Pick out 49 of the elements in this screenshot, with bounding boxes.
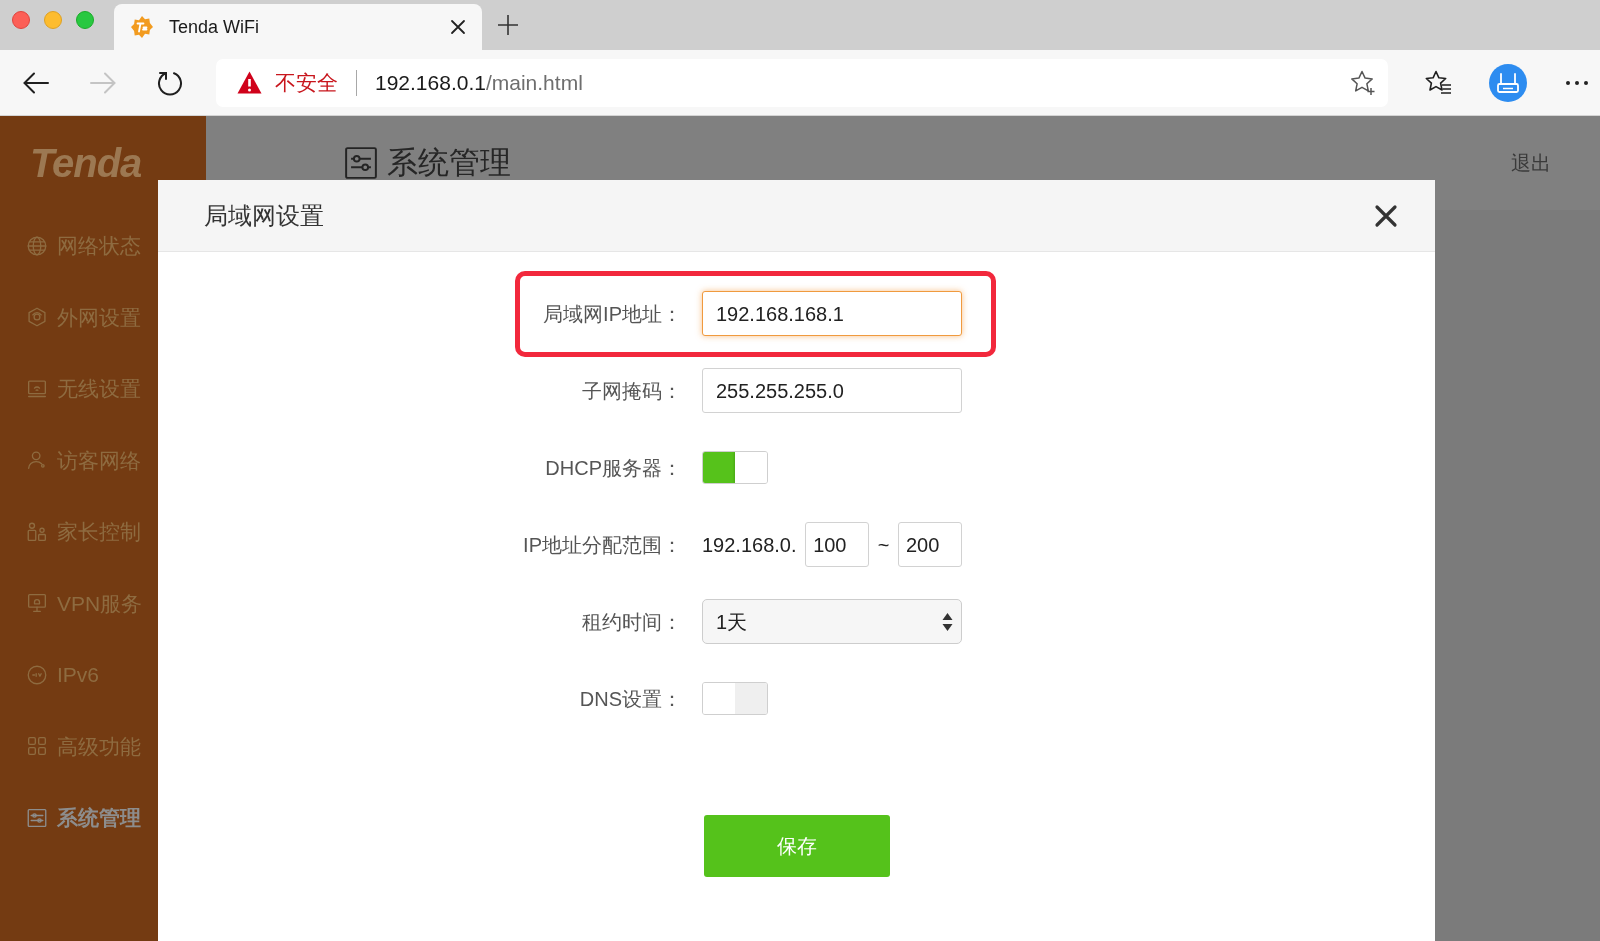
- close-icon[interactable]: [1374, 203, 1398, 228]
- browser-tab[interactable]: Tenda WiFi: [114, 4, 482, 50]
- circle-icon: [27, 664, 47, 685]
- text-field[interactable]: 192.168.168.1: [702, 291, 962, 336]
- select-arrows-icon: [942, 611, 953, 632]
- favicon-icon: [130, 15, 154, 39]
- toggle-switch[interactable]: [702, 451, 768, 484]
- monitor-wifi-icon: [27, 378, 47, 399]
- sliders-icon: [344, 146, 378, 180]
- user-icon: [27, 450, 47, 471]
- page-title: 系统管理: [387, 143, 511, 182]
- reload-icon[interactable]: [157, 69, 183, 96]
- lease-time-select[interactable]: 1天: [702, 599, 962, 644]
- field-label: 子网掩码：: [581, 378, 682, 404]
- sliders-icon: [27, 807, 47, 828]
- logout-link[interactable]: 退出: [1511, 148, 1551, 178]
- range-start-field[interactable]: 100: [805, 522, 870, 567]
- plus-icon[interactable]: [498, 15, 518, 35]
- close-icon[interactable]: [450, 19, 466, 35]
- people-icon: [27, 521, 47, 542]
- ip-prefix-text: 192.168.0.: [702, 532, 797, 558]
- toggle-switch[interactable]: [702, 682, 768, 715]
- save-button[interactable]: 保存: [704, 815, 890, 877]
- address-bar[interactable]: 不安全 192.168.0.1/main.html: [216, 58, 1388, 107]
- favorites-list-icon[interactable]: [1425, 69, 1452, 96]
- grid-icon: [27, 736, 47, 757]
- sidebar-item[interactable]: 系统管理: [27, 802, 141, 834]
- range-end-field[interactable]: 200: [898, 522, 962, 567]
- hexagon-icon: [27, 307, 47, 328]
- sidebar-logo: Tenda: [30, 140, 142, 187]
- text-field[interactable]: 255.255.255.0: [702, 368, 962, 413]
- field-label: 租约时间：: [581, 609, 682, 635]
- range-separator: ~: [877, 532, 890, 558]
- field-label: DHCP服务器：: [544, 455, 682, 481]
- monitor-icon: [27, 593, 47, 614]
- avatar-icon[interactable]: [1489, 63, 1527, 102]
- dialog-title: 局域网设置: [204, 200, 324, 231]
- url-host: 192.168.0.1: [375, 69, 486, 96]
- more-icon[interactable]: [1565, 79, 1589, 86]
- field-label: DNS设置：: [578, 686, 682, 712]
- security-label: 不安全: [275, 69, 338, 96]
- field-label: 局域网IP地址：: [542, 301, 682, 327]
- window-close-button[interactable]: [12, 11, 30, 29]
- field-label: IP地址分配范围：: [522, 532, 682, 558]
- back-arrow-icon[interactable]: [23, 71, 49, 94]
- warning-icon: [237, 71, 262, 94]
- url-path: /main.html: [485, 69, 583, 96]
- star-plus-icon[interactable]: [1350, 69, 1376, 96]
- globe-icon: [27, 235, 47, 256]
